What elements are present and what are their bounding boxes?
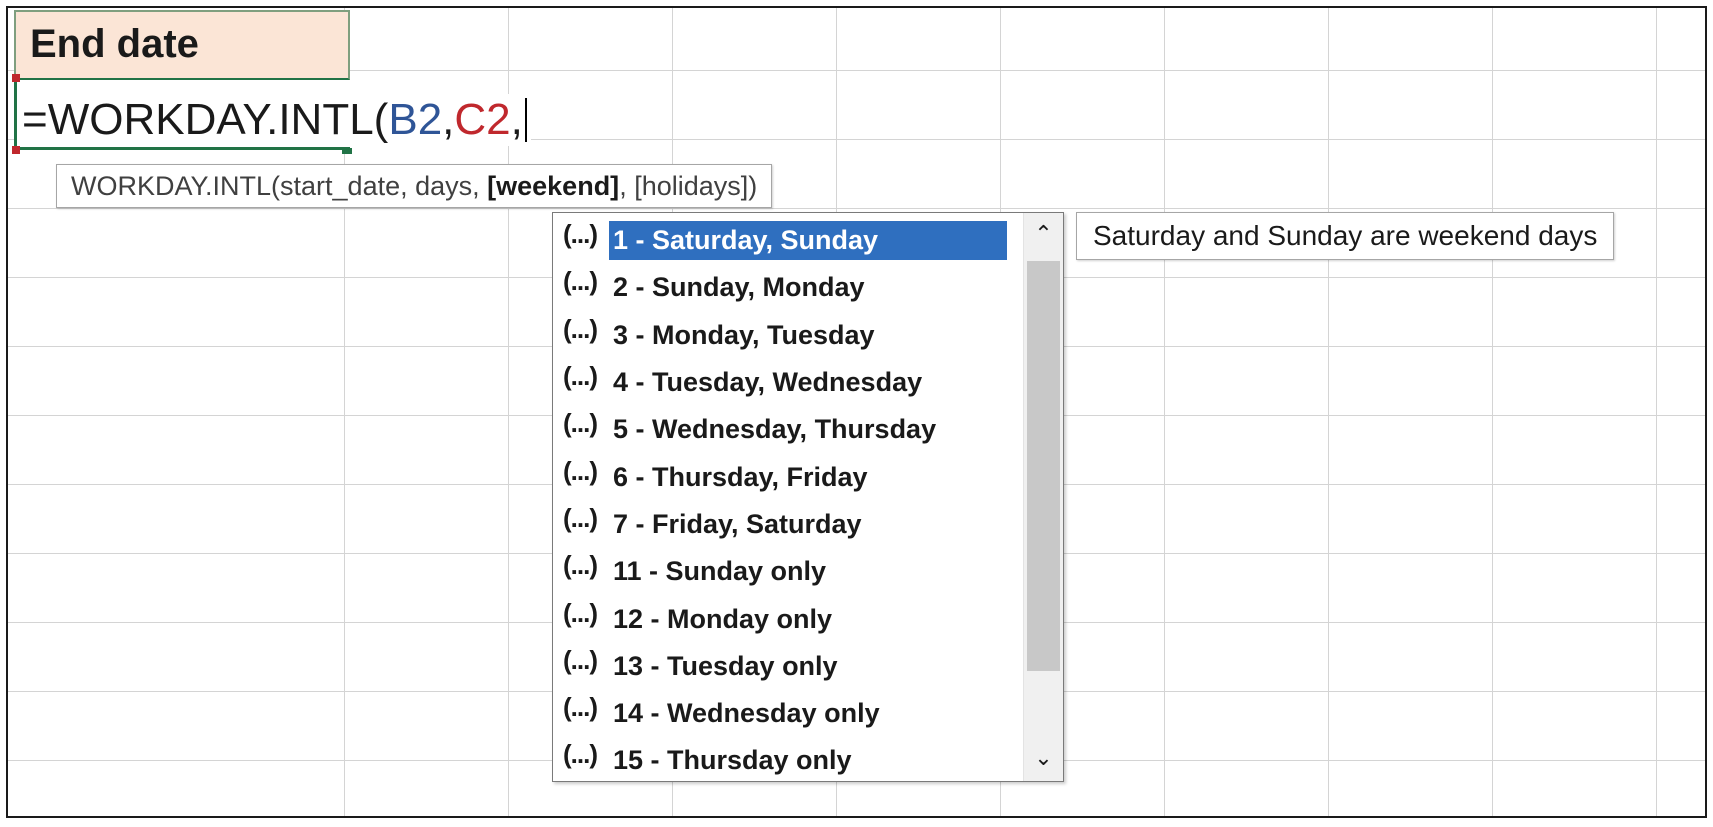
option-label: 4 - Tuesday, Wednesday (613, 367, 923, 398)
scrollbar-thumb[interactable] (1027, 261, 1060, 671)
dropdown-scrollbar[interactable]: ⌃ ⌄ (1023, 213, 1063, 781)
weekend-option[interactable]: (...) 7 - Friday, Saturday (553, 501, 1021, 548)
option-value-icon: (...) (563, 502, 598, 533)
option-value-icon: (...) (563, 644, 598, 675)
weekend-options-list: (...) 1 - Saturday, Sunday (...) 2 - Sunda… (553, 217, 1021, 781)
weekend-option[interactable]: (...) 4 - Tuesday, Wednesday (553, 359, 1021, 406)
weekend-options-dropdown[interactable]: (...) 1 - Saturday, Sunday (...) 2 - Sunda… (552, 212, 1064, 782)
weekend-option[interactable]: (...) 14 - Wednesday only (553, 690, 1021, 737)
option-value-icon: (...) (563, 455, 598, 486)
option-value-icon: (...) (563, 361, 598, 392)
reference-b2: B2 (388, 95, 443, 144)
reference-corner-marker (12, 146, 20, 154)
option-label: 7 - Friday, Saturday (613, 508, 862, 539)
fill-handle[interactable] (342, 148, 352, 154)
weekend-option[interactable]: (...) 6 - Thursday, Friday (553, 453, 1021, 500)
option-label: 13 - Tuesday only (613, 650, 838, 681)
option-description-tooltip: Saturday and Sunday are weekend days (1076, 212, 1615, 260)
option-label: 11 - Sunday only (613, 556, 827, 587)
column-divider (1492, 8, 1493, 816)
reference-c2: C2 (454, 95, 511, 144)
weekend-option[interactable]: (...) 1 - Saturday, Sunday (553, 217, 1021, 264)
row-divider (8, 208, 1705, 209)
signature-leading-args: WORKDAY.INTL(start_date, days, (71, 171, 488, 201)
function-signature-tooltip[interactable]: WORKDAY.INTL(start_date, days, [weekend]… (56, 164, 773, 208)
option-value-icon: (...) (563, 313, 598, 344)
option-value-icon: (...) (563, 408, 598, 439)
signature-current-arg[interactable]: [weekend] (487, 171, 619, 201)
text-cursor (524, 98, 527, 142)
weekend-option[interactable]: (...) 11 - Sunday only (553, 548, 1021, 595)
chevron-down-icon[interactable]: ⌄ (1024, 739, 1063, 779)
option-label: 6 - Thursday, Friday (613, 461, 868, 492)
chevron-up-icon[interactable]: ⌃ (1024, 215, 1063, 255)
column-divider (1328, 8, 1329, 816)
weekend-option[interactable]: (...) 13 - Tuesday only (553, 643, 1021, 690)
option-label: 1 - Saturday, Sunday (609, 221, 1007, 261)
option-value-icon: (...) (563, 597, 598, 628)
header-cell-end-date[interactable]: End date (14, 10, 350, 80)
option-label: 12 - Monday only (613, 603, 833, 634)
option-value-icon: (...) (563, 266, 598, 297)
weekend-option[interactable]: (...) 3 - Monday, Tuesday (553, 312, 1021, 359)
option-label: 2 - Sunday, Monday (613, 272, 865, 303)
option-value-icon: (...) (563, 550, 598, 581)
weekend-option[interactable]: (...) 5 - Wednesday, Thursday (553, 406, 1021, 453)
weekend-option[interactable]: (...) 2 - Sunday, Monday (553, 264, 1021, 311)
signature-trailing-args: , [holidays]) (619, 171, 758, 201)
weekend-option[interactable]: (...) 15 - Thursday only (553, 737, 1021, 781)
option-value-icon: (...) (563, 739, 598, 770)
reference-corner-marker (12, 74, 20, 82)
option-label: 15 - Thursday only (613, 745, 852, 776)
option-label: 14 - Wednesday only (613, 698, 880, 729)
weekend-option[interactable]: (...) 12 - Monday only (553, 595, 1021, 642)
spreadsheet-area: End date =WORKDAY.INTL(B2,C2, WORKDAY.IN… (6, 6, 1707, 818)
formula-prefix: =WORKDAY.INTL( (22, 95, 389, 144)
option-value-icon: (...) (563, 692, 598, 723)
formula-separator: , (510, 95, 523, 144)
column-divider (1656, 8, 1657, 816)
option-value-icon: (...) (563, 219, 598, 250)
formula-separator: , (442, 95, 455, 144)
option-label: 3 - Monday, Tuesday (613, 319, 875, 350)
formula-in-cell[interactable]: =WORKDAY.INTL(B2,C2, (22, 94, 531, 146)
column-divider (1164, 8, 1165, 816)
option-label: 5 - Wednesday, Thursday (613, 414, 937, 445)
